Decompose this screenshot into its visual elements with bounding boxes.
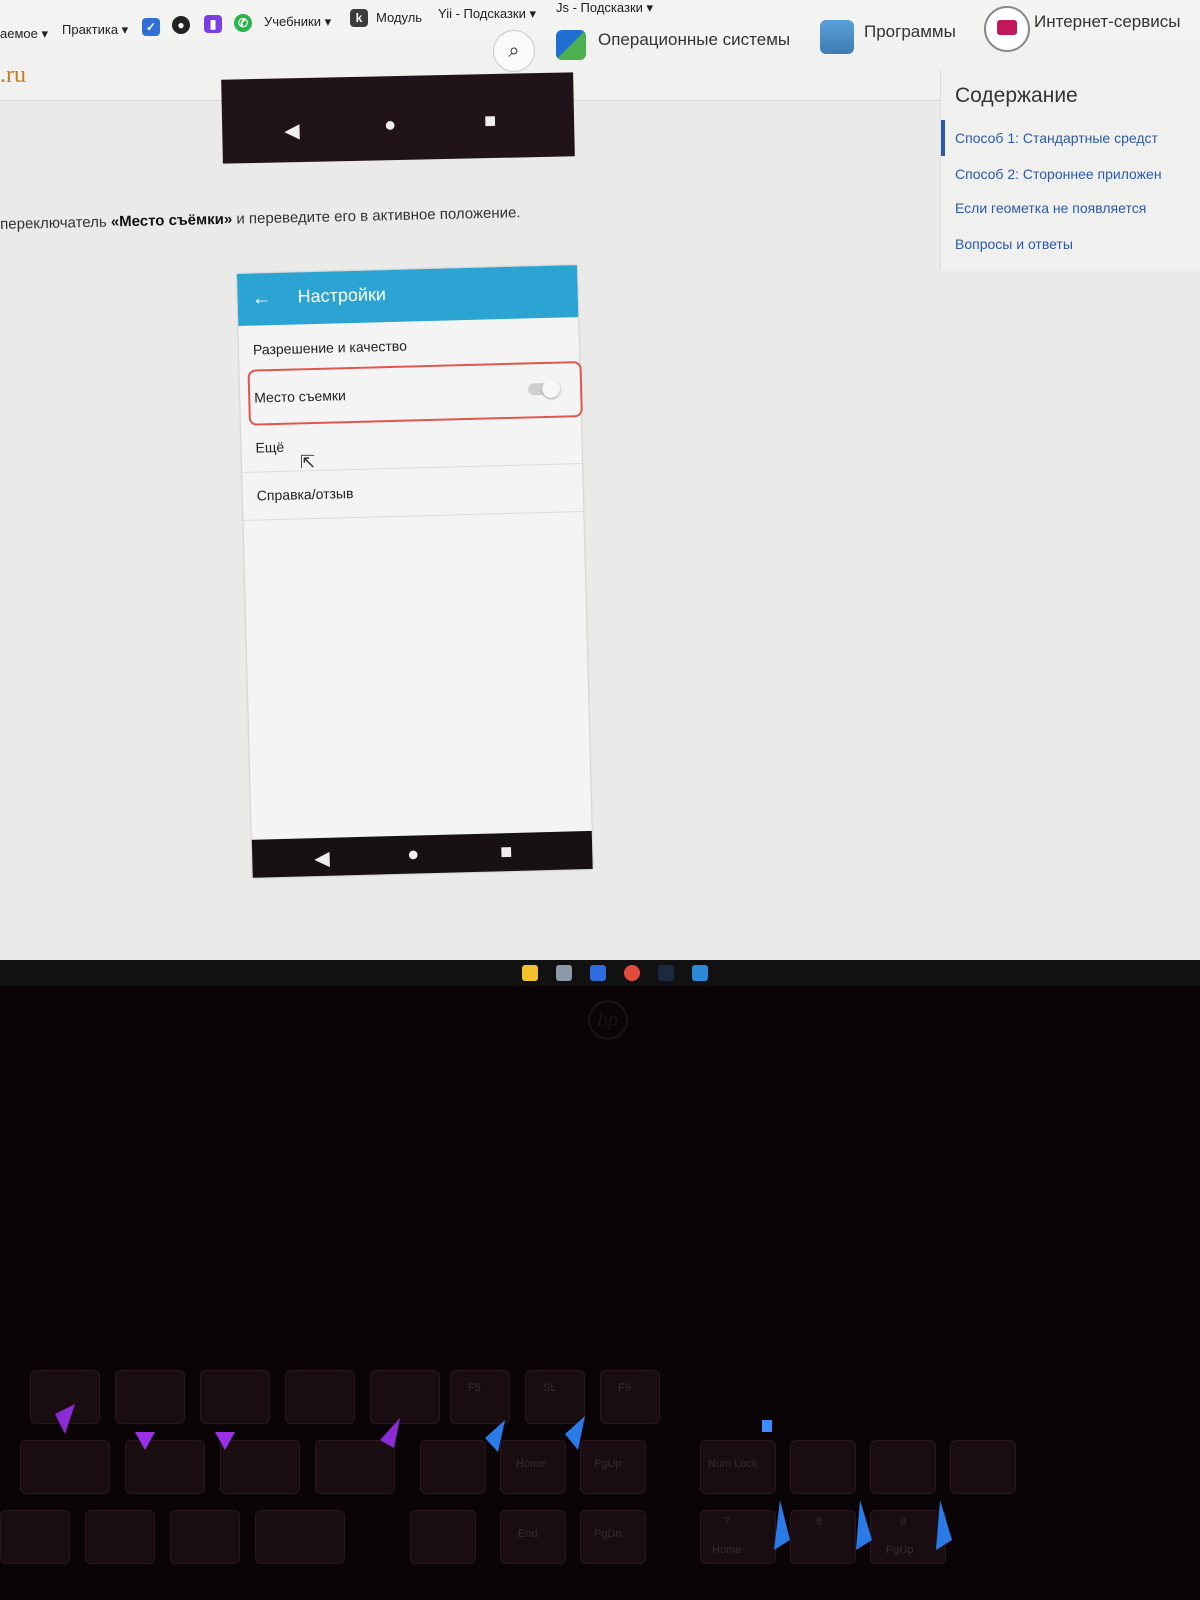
blue-glow (774, 1500, 790, 1550)
internet-services-icon (984, 6, 1030, 52)
back-nav-icon: ◀ (314, 847, 331, 871)
toc-panel: Содержание Способ 1: Стандартные средст … (940, 70, 1200, 270)
window-icon[interactable] (590, 965, 606, 981)
setting-help[interactable]: Справка/отзыв (242, 463, 584, 521)
setting-label: Справка/отзыв (256, 485, 354, 504)
search-button[interactable]: ⌕ (493, 30, 535, 72)
vscode-icon[interactable] (692, 965, 708, 981)
toc-item-faq[interactable]: Вопросы и ответы (955, 236, 1073, 252)
setting-label: Разрешение и качество (252, 337, 408, 358)
taskbar (0, 960, 1200, 986)
toc-item-method-1[interactable]: Способ 1: Стандартные средст (955, 130, 1158, 146)
blue-glow (856, 1500, 872, 1550)
bookmark-folder-practice[interactable]: Практика ▾ (62, 22, 128, 38)
toc-item-method-2[interactable]: Способ 2: Стороннее приложен (955, 166, 1162, 182)
instruction-start: переключатель (0, 213, 112, 233)
whatsapp-icon[interactable]: ✆ (234, 14, 252, 32)
home-nav-icon: ● (406, 843, 420, 866)
recent-nav-icon: ■ (499, 840, 513, 864)
k-module-icon[interactable]: k (350, 9, 368, 27)
yandex-browser-icon[interactable] (624, 965, 640, 981)
site-logo[interactable]: .ru (0, 62, 26, 89)
setting-label: Ещё (255, 438, 285, 456)
blue-glow (936, 1500, 952, 1550)
toc-active-indicator (941, 120, 945, 156)
search-icon: ⌕ (508, 40, 520, 62)
purple-glow (135, 1432, 155, 1450)
programs-icon (820, 20, 854, 54)
mouse-cursor-icon: ⇱ (300, 452, 316, 472)
home-nav-icon: ● (383, 114, 397, 137)
nav-operating-systems[interactable]: Операционные системы (598, 30, 790, 50)
location-toggle[interactable] (527, 382, 557, 396)
bookmark-module[interactable]: Модуль (376, 10, 422, 25)
bookmark-js-hints[interactable]: Js - Подсказки ▾ (556, 0, 653, 16)
os-icon (556, 30, 586, 60)
phone-nav-fragment: ◀ ● ■ (221, 72, 575, 164)
numlock-led (762, 1420, 772, 1432)
phone-title: Настройки (297, 284, 387, 307)
phone-app-bar: ← Настройки (237, 265, 579, 326)
nav-internet-services[interactable]: Интернет-сервисы (1034, 12, 1181, 32)
monitor-screen: аемое ▾ Практика ▾ ✓ ● ▮ ✆ Учебники ▾ k … (0, 0, 1200, 960)
blue-glow (485, 1420, 505, 1452)
twitch-icon[interactable]: ▮ (204, 15, 222, 33)
back-nav-icon: ◀ (284, 120, 300, 143)
blue-glow (565, 1416, 585, 1450)
instruction-text: переключатель «Место съёмки» и переведит… (0, 204, 521, 233)
hp-logo: hp (588, 1000, 628, 1040)
instruction-bold: «Место съёмки» (110, 210, 233, 231)
purple-glow (55, 1404, 75, 1434)
back-arrow-icon[interactable]: ← (251, 287, 272, 311)
keyboard-backlight (55, 1404, 952, 1550)
file-explorer-icon[interactable] (522, 965, 538, 981)
phone-nav-bar: ◀ ● ■ (251, 830, 593, 878)
nav-programs[interactable]: Программы (864, 22, 956, 42)
toc-item-geotag[interactable]: Если геометка не появляется (955, 200, 1146, 216)
bookmark-folder-textbooks[interactable]: Учебники ▾ (264, 14, 331, 30)
purple-glow (215, 1432, 235, 1450)
purple-glow (380, 1418, 400, 1448)
github-icon[interactable]: ● (172, 16, 190, 34)
computer-icon[interactable] (556, 965, 572, 981)
bookmark-yii-hints[interactable]: Yii - Подсказки ▾ (438, 6, 536, 22)
checkmark-icon[interactable]: ✓ (142, 18, 160, 36)
toc-title: Содержание (955, 84, 1078, 107)
recent-nav-icon: ■ (483, 109, 497, 133)
instruction-end: и переведите его в активное положение. (232, 204, 521, 228)
phone-screenshot: ← Настройки Разрешение и качество Место … (237, 265, 593, 878)
steam-icon[interactable] (658, 965, 674, 981)
